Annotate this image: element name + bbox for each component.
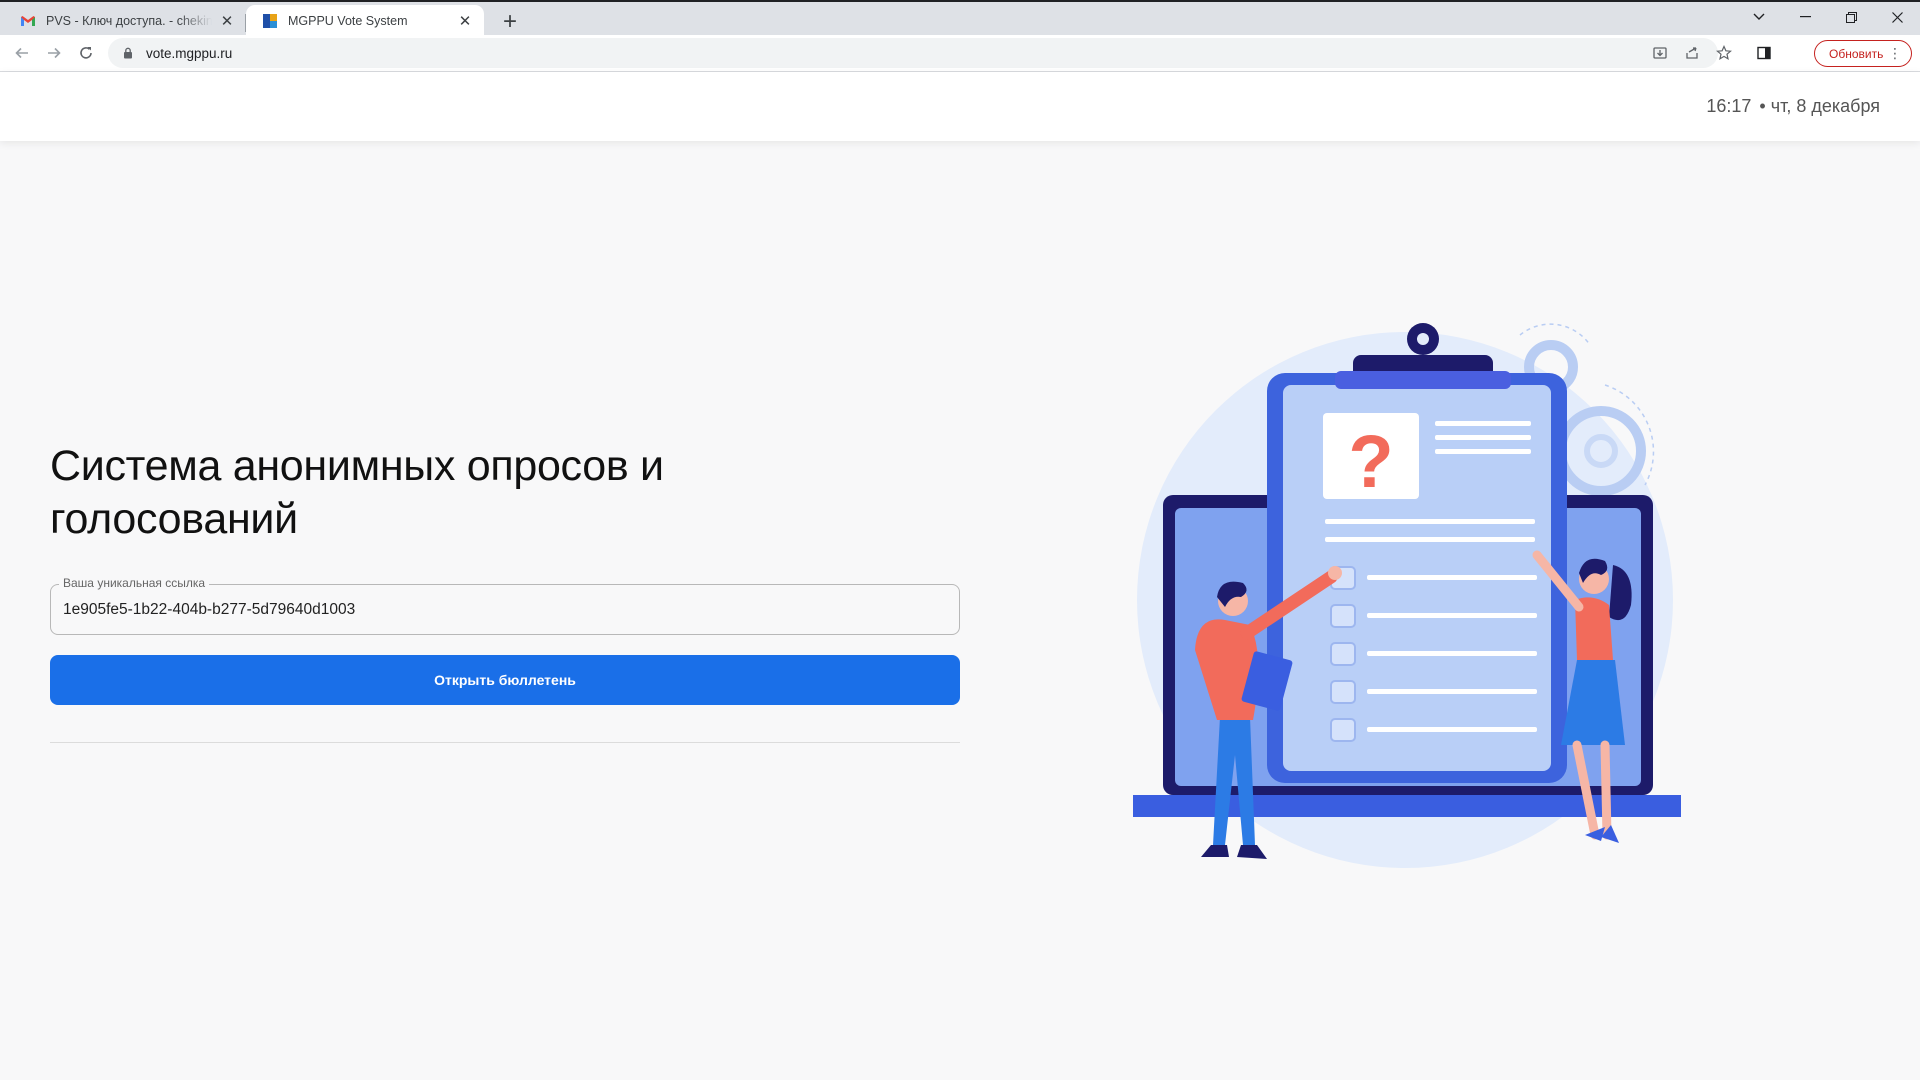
tab-mgppu[interactable]: MGPPU Vote System ✕	[246, 5, 484, 37]
header-datetime: 16:17 • чт, 8 декабря	[1706, 96, 1880, 117]
tab-title: PVS - Ключ доступа. - chekinivan	[46, 14, 212, 28]
page-title: Система анонимных опросов и голосований	[50, 440, 960, 546]
close-tab-icon[interactable]: ✕	[218, 12, 236, 30]
question-mark: ?	[1348, 420, 1393, 503]
clipboard-clip-band	[1335, 371, 1511, 389]
open-ballot-button[interactable]: Открыть бюллетень	[50, 655, 960, 705]
forward-icon[interactable]	[40, 39, 68, 67]
tab-search-icon[interactable]	[1736, 2, 1782, 32]
content-divider	[50, 742, 960, 743]
clip-hole	[1417, 333, 1429, 345]
survey-illustration: ?	[1133, 323, 1681, 868]
bookmark-star-icon[interactable]	[1714, 43, 1734, 63]
install-app-icon[interactable]	[1650, 43, 1670, 63]
header-lines	[1435, 421, 1531, 454]
current-date: • чт, 8 декабря	[1759, 96, 1880, 116]
close-window-icon[interactable]	[1874, 2, 1920, 32]
restore-icon[interactable]	[1828, 2, 1874, 32]
unique-link-input[interactable]	[63, 585, 947, 634]
tab-strip: PVS - Ключ доступа. - chekinivan ✕ MGPPU…	[0, 0, 1920, 37]
minimize-icon[interactable]	[1782, 2, 1828, 32]
login-panel: Система анонимных опросов и голосований …	[50, 440, 960, 743]
back-icon[interactable]	[8, 39, 36, 67]
new-tab-icon[interactable]: +	[496, 8, 524, 36]
current-time: 16:17	[1706, 96, 1752, 116]
reload-icon[interactable]	[72, 39, 100, 67]
update-button[interactable]: Обновить ⋮	[1814, 40, 1912, 67]
open-ballot-label: Открыть бюллетень	[434, 672, 576, 688]
tab-title: MGPPU Vote System	[288, 14, 408, 28]
share-icon[interactable]	[1682, 43, 1702, 63]
menu-kebab-icon[interactable]: ⋮	[1888, 44, 1902, 62]
address-bar[interactable]: vote.mgppu.ru	[108, 38, 1718, 68]
mgppu-icon	[263, 14, 277, 28]
close-tab-icon[interactable]: ✕	[456, 12, 474, 30]
gmail-icon	[21, 16, 35, 26]
browser-toolbar: vote.mgppu.ru Обновить ⋮	[0, 35, 1920, 72]
update-label: Обновить	[1829, 46, 1884, 61]
side-panel-icon[interactable]	[1754, 43, 1774, 63]
title-line-2: голосований	[50, 495, 298, 543]
app-header: 16:17 • чт, 8 декабря	[0, 72, 1920, 141]
title-line-1: Система анонимных опросов и	[50, 442, 664, 490]
unique-link-field: Ваша уникальная ссылка	[50, 576, 960, 635]
tab-gmail[interactable]: PVS - Ключ доступа. - chekinivan ✕	[4, 5, 246, 37]
url-text: vote.mgppu.ru	[146, 45, 233, 61]
lock-icon	[124, 47, 132, 59]
